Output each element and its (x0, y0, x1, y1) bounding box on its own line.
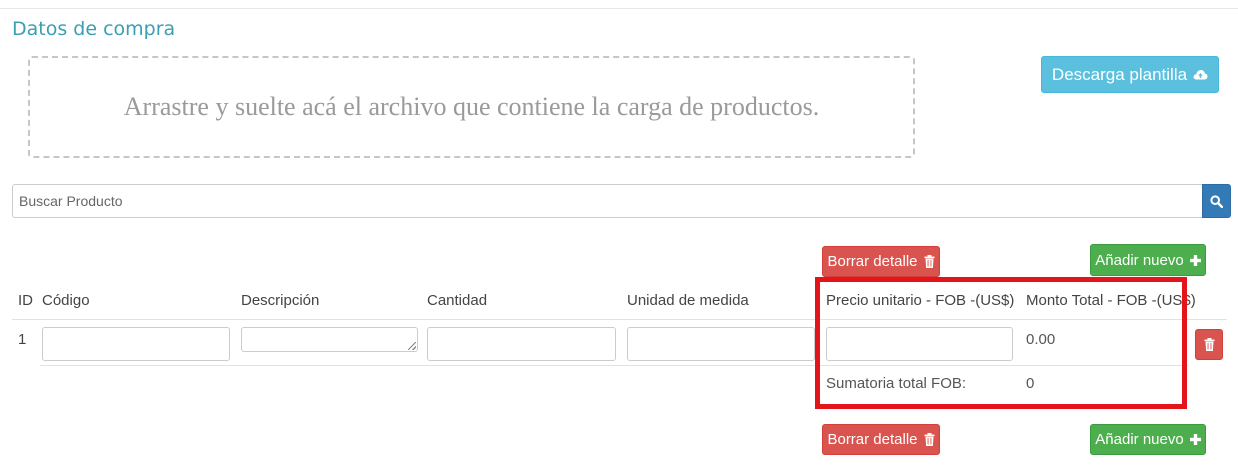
delete-detail-label: Borrar detalle (827, 431, 918, 448)
column-header-descripcion: Descripción (241, 292, 320, 309)
delete-detail-button-bottom[interactable]: Borrar detalle (822, 424, 940, 455)
descripcion-textarea[interactable] (241, 327, 418, 352)
add-new-button-bottom[interactable]: Añadir nuevo (1090, 424, 1206, 455)
cantidad-input[interactable] (427, 327, 616, 361)
codigo-input[interactable] (42, 327, 230, 361)
row-id: 1 (18, 331, 27, 348)
plus-icon (1189, 434, 1201, 445)
file-dropzone[interactable]: Arrastre y suelte acá el archivo que con… (28, 56, 915, 158)
header-divider (12, 319, 1227, 320)
top-divider (0, 8, 1238, 9)
add-new-label: Añadir nuevo (1095, 431, 1184, 448)
delete-detail-button[interactable]: Borrar detalle (822, 246, 940, 277)
plus-icon (1189, 254, 1201, 266)
summary-label: Sumatoria total FOB: (826, 375, 967, 392)
delete-detail-label: Borrar detalle (827, 253, 918, 270)
unidad-input[interactable] (627, 327, 815, 361)
column-header-id: ID (18, 292, 33, 309)
column-header-codigo: Código (42, 292, 90, 309)
trash-icon (1204, 338, 1215, 351)
search-product-input[interactable] (12, 184, 1202, 218)
column-header-unidad: Unidad de medida (627, 292, 749, 309)
trash-icon (924, 433, 935, 446)
column-header-precio: Precio unitario - FOB -(US$) (826, 292, 1015, 309)
trash-icon (924, 255, 935, 268)
cloud-upload-icon (1193, 68, 1208, 81)
column-header-monto: Monto Total - FOB -(US$) (1026, 292, 1196, 309)
add-new-label: Añadir nuevo (1095, 251, 1184, 269)
resize-handle-icon[interactable] (408, 342, 416, 350)
row-divider (40, 365, 1188, 366)
search-button[interactable] (1202, 184, 1231, 218)
delete-row-button[interactable] (1195, 329, 1223, 360)
summary-value: 0 (1026, 375, 1035, 392)
column-header-cantidad: Cantidad (427, 292, 488, 309)
precio-input[interactable] (826, 327, 1013, 361)
dropzone-text: Arrastre y suelte acá el archivo que con… (123, 92, 820, 121)
add-new-button[interactable]: Añadir nuevo (1090, 244, 1206, 276)
section-title: Datos de compra (12, 18, 176, 40)
monto-total-value: 0.00 (1026, 331, 1056, 348)
search-icon (1210, 194, 1223, 208)
download-template-label: Descarga plantilla (1051, 64, 1188, 84)
download-template-button[interactable]: Descarga plantilla (1041, 56, 1219, 93)
